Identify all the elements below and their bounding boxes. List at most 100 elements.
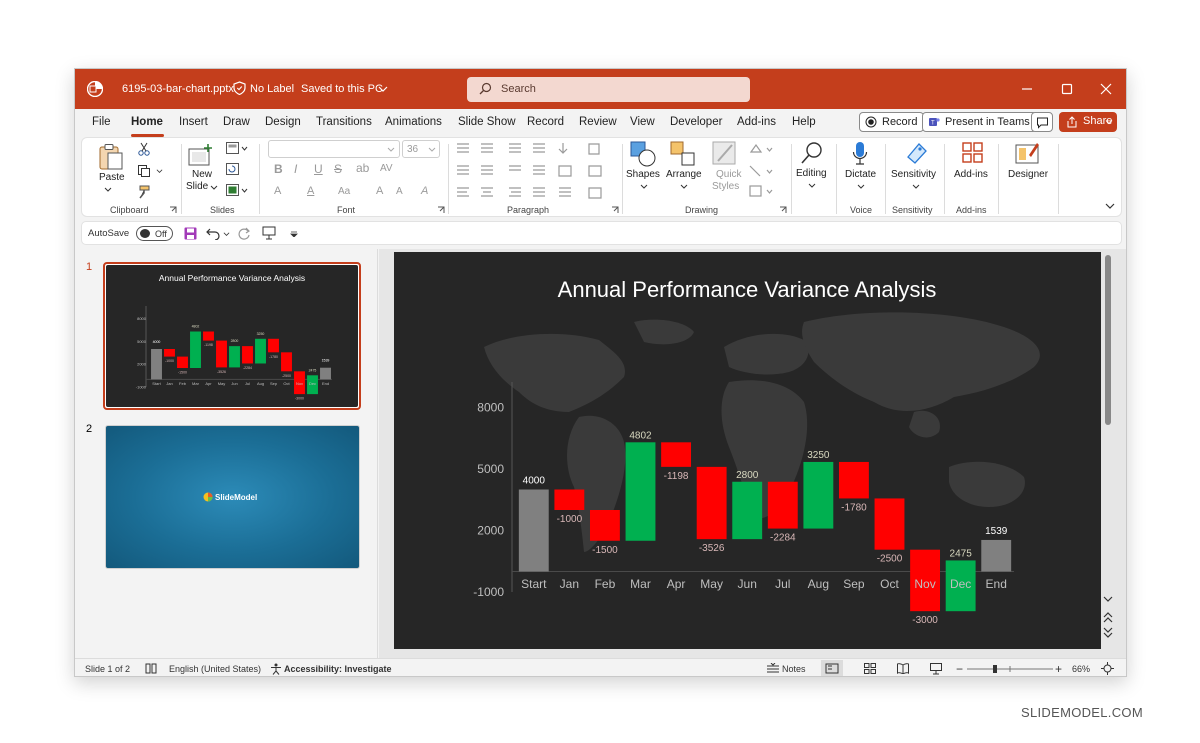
paragraph-controls-icon[interactable] <box>455 142 615 202</box>
autosave-toggle[interactable]: Off <box>136 226 173 241</box>
tab-insert[interactable]: Insert <box>179 116 208 128</box>
tab-file[interactable]: File <box>92 116 111 128</box>
tab-view[interactable]: View <box>630 116 655 128</box>
chevron-down-icon[interactable] <box>223 231 230 238</box>
new-slide-icon[interactable] <box>188 143 214 167</box>
present-in-teams-button[interactable]: T Present in Teams <box>922 112 1037 132</box>
slide-sorter-icon[interactable] <box>864 663 876 674</box>
zoom-out-icon[interactable]: − <box>956 662 963 676</box>
arrange-icon[interactable] <box>670 141 696 167</box>
slide-show-icon[interactable] <box>930 663 942 675</box>
sensitivity-icon[interactable] <box>905 141 929 165</box>
microphone-icon[interactable] <box>852 141 868 167</box>
tab-add-ins[interactable]: Add-ins <box>737 116 776 128</box>
vertical-scrollbar[interactable] <box>1103 255 1113 645</box>
notes-button[interactable]: Notes <box>782 664 806 674</box>
fit-to-window-icon[interactable] <box>1101 662 1114 675</box>
dictate-label[interactable]: Dictate <box>845 169 876 180</box>
shapes-icon[interactable] <box>630 141 656 167</box>
new-slide-label-1[interactable]: New <box>192 169 212 180</box>
maximize-icon[interactable] <box>1057 79 1077 99</box>
font-family-select[interactable] <box>268 140 400 158</box>
reset-slide-icon[interactable] <box>226 163 240 176</box>
customize-qat-icon[interactable] <box>290 231 298 237</box>
zoom-in-icon[interactable]: + <box>1055 662 1062 676</box>
normal-view-icon[interactable] <box>821 660 843 677</box>
shape-fill-icon[interactable] <box>747 142 773 202</box>
spelling-icon[interactable] <box>145 663 157 674</box>
tab-review[interactable]: Review <box>579 116 617 128</box>
save-status[interactable]: Saved to this PC <box>301 83 383 95</box>
find-icon[interactable] <box>800 141 824 165</box>
chevron-down-icon[interactable] <box>680 183 688 191</box>
shield-icon[interactable] <box>233 81 246 95</box>
dialog-launcher-icon[interactable] <box>169 206 177 214</box>
paste-label[interactable]: Paste <box>99 172 125 183</box>
record-button[interactable]: Record <box>859 112 925 132</box>
zoom-slider[interactable] <box>967 664 1053 674</box>
designer-label[interactable]: Designer <box>1008 169 1048 180</box>
minimize-icon[interactable] <box>1017 79 1037 99</box>
chevron-down-icon[interactable] <box>912 183 920 191</box>
undo-icon[interactable] <box>206 227 220 240</box>
bold-icon[interactable]: B <box>274 162 283 176</box>
zoom-level[interactable]: 66% <box>1072 664 1090 674</box>
dialog-launcher-icon[interactable] <box>611 206 619 214</box>
chevron-down-icon[interactable] <box>104 186 112 194</box>
italic-icon[interactable]: I <box>294 162 297 176</box>
dialog-launcher-icon[interactable] <box>779 206 787 214</box>
tab-home[interactable]: Home <box>131 116 163 128</box>
font-size-select[interactable]: 36 <box>402 140 440 158</box>
sensitivity-label-btn[interactable]: Sensitivity <box>891 169 936 180</box>
clear-formatting-icon[interactable]: A <box>421 185 428 197</box>
share-button[interactable]: Share <box>1059 112 1117 132</box>
arrange-label[interactable]: Arrange <box>666 169 702 180</box>
quick-label[interactable]: Quick <box>716 169 742 180</box>
dialog-launcher-icon[interactable] <box>437 206 445 214</box>
slide-canvas[interactable]: Annual Performance Variance Analysis -100… <box>394 252 1101 649</box>
tab-help[interactable]: Help <box>792 116 816 128</box>
collapse-ribbon-icon[interactable] <box>1105 202 1115 210</box>
quick-styles-icon[interactable] <box>712 141 738 167</box>
waterfall-chart[interactable]: Annual Performance Variance Analysis -100… <box>394 252 1101 649</box>
add-ins-icon[interactable] <box>961 141 985 165</box>
strikethrough-icon[interactable]: S <box>334 162 342 176</box>
chevron-down-icon[interactable] <box>808 182 816 190</box>
redo-icon[interactable] <box>237 227 251 240</box>
chevron-down-icon[interactable] <box>640 183 648 191</box>
new-slide-label-2[interactable]: Slide <box>186 181 208 192</box>
chevron-down-icon[interactable] <box>210 184 218 192</box>
grow-font-icon[interactable]: A <box>376 185 383 197</box>
paste-icon[interactable] <box>98 143 124 171</box>
highlight-icon[interactable]: A <box>274 185 281 197</box>
tab-slide-show[interactable]: Slide Show <box>458 116 516 128</box>
sensitivity-label[interactable]: No Label <box>250 83 294 95</box>
tab-transitions[interactable]: Transitions <box>316 116 372 128</box>
character-spacing-icon[interactable]: AV <box>380 163 393 174</box>
slide-2-thumbnail[interactable]: SlideModel <box>105 425 360 569</box>
editing-label[interactable]: Editing <box>796 168 827 179</box>
tab-design[interactable]: Design <box>265 116 301 128</box>
format-painter-icon[interactable] <box>137 185 151 199</box>
underline-icon[interactable]: U <box>314 162 323 176</box>
add-ins-label-btn[interactable]: Add-ins <box>954 169 988 180</box>
section-icon[interactable] <box>226 184 248 197</box>
shadow-icon[interactable]: ab <box>356 161 369 175</box>
font-color-icon[interactable]: A <box>307 185 314 197</box>
tab-draw[interactable]: Draw <box>223 116 250 128</box>
cut-icon[interactable] <box>137 142 151 156</box>
tab-record[interactable]: Record <box>527 116 564 128</box>
reading-view-icon[interactable] <box>897 663 909 674</box>
chevron-down-icon[interactable] <box>378 82 388 96</box>
layout-icon[interactable] <box>226 142 248 155</box>
slide-1-thumbnail[interactable]: Annual Performance Variance Analysis -10… <box>103 262 361 410</box>
copy-icon[interactable] <box>137 164 151 178</box>
tab-animations[interactable]: Animations <box>385 116 442 128</box>
search-box[interactable]: Search <box>467 77 750 102</box>
accessibility-status[interactable]: Accessibility: Investigate <box>284 664 392 674</box>
chevron-down-icon[interactable] <box>857 183 865 191</box>
language-indicator[interactable]: English (United States) <box>169 664 261 674</box>
comments-button[interactable] <box>1031 112 1053 132</box>
present-from-start-icon[interactable] <box>262 226 276 240</box>
notes-icon[interactable] <box>766 663 780 674</box>
